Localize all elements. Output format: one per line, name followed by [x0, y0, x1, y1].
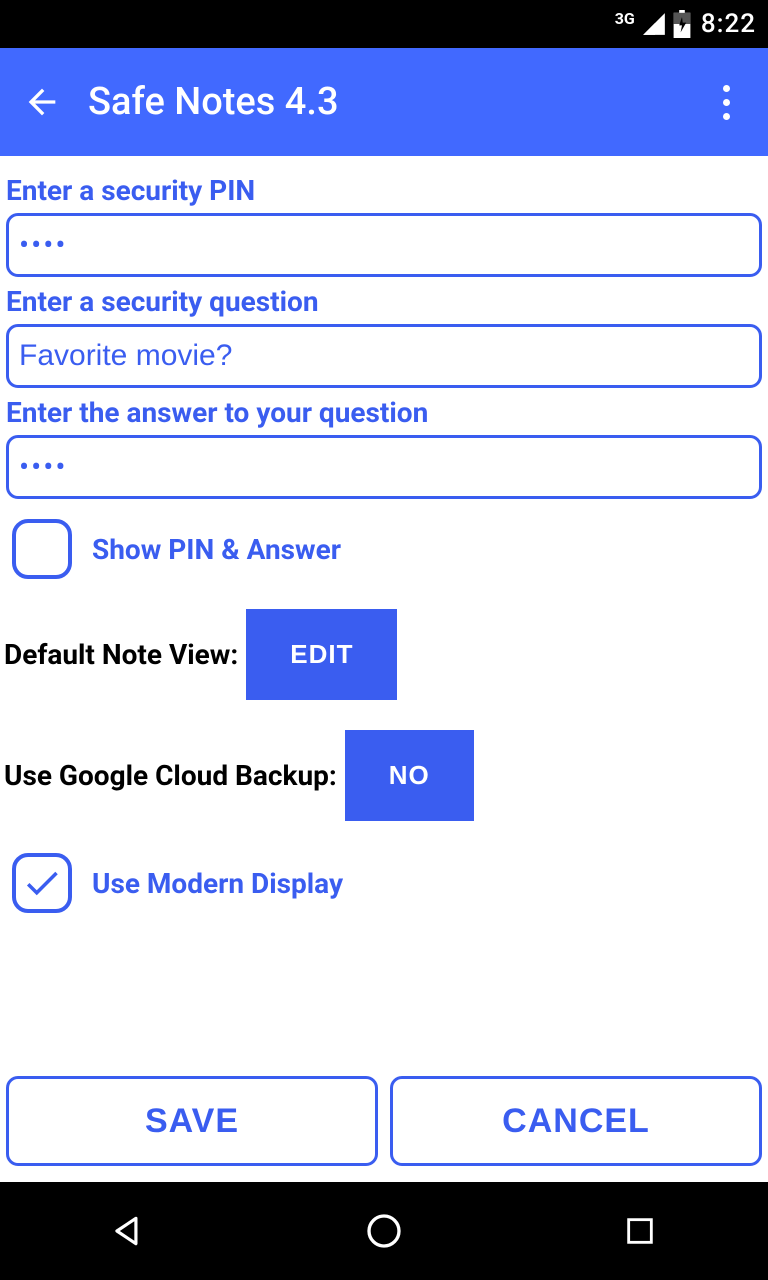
nav-home-button[interactable]	[324, 1201, 444, 1261]
default-view-button[interactable]: EDIT	[246, 609, 397, 700]
more-button[interactable]	[702, 78, 750, 126]
app-bar: Safe Notes 4.3	[0, 48, 768, 156]
nav-back-button[interactable]	[68, 1201, 188, 1261]
circle-home-icon	[364, 1211, 404, 1251]
cloud-backup-label: Use Google Cloud Backup:	[4, 759, 337, 792]
modern-display-checkbox[interactable]	[12, 853, 72, 913]
battery-icon	[673, 10, 691, 38]
square-recent-icon	[623, 1214, 657, 1248]
status-time: 8:22	[701, 9, 756, 39]
cancel-button[interactable]: CANCEL	[390, 1076, 762, 1166]
app-title: Safe Notes 4.3	[88, 80, 702, 124]
network-type: 3G	[615, 9, 635, 28]
pin-input[interactable]: ••••	[6, 213, 762, 277]
content-area: Enter a security PIN •••• Enter a securi…	[0, 156, 768, 1182]
nav-recent-button[interactable]	[580, 1201, 700, 1261]
signal-icon	[641, 11, 667, 37]
check-icon	[21, 862, 63, 904]
arrow-left-icon	[22, 82, 62, 122]
answer-input[interactable]: ••••	[6, 435, 762, 499]
question-input[interactable]	[6, 324, 762, 388]
modern-display-label: Use Modern Display	[92, 867, 343, 900]
answer-label: Enter the answer to your question	[4, 396, 764, 429]
status-bar: 3G 8:22	[0, 0, 768, 48]
back-button[interactable]	[18, 78, 66, 126]
save-button[interactable]: SAVE	[6, 1076, 378, 1166]
pin-label: Enter a security PIN	[4, 174, 764, 207]
cloud-backup-button[interactable]: NO	[345, 730, 474, 821]
navigation-bar	[0, 1182, 768, 1280]
triangle-back-icon	[109, 1212, 147, 1250]
default-view-label: Default Note View:	[4, 638, 238, 671]
show-pin-label: Show PIN & Answer	[92, 533, 341, 566]
show-pin-checkbox[interactable]	[12, 519, 72, 579]
more-vert-icon	[723, 85, 730, 120]
question-label: Enter a security question	[4, 285, 764, 318]
